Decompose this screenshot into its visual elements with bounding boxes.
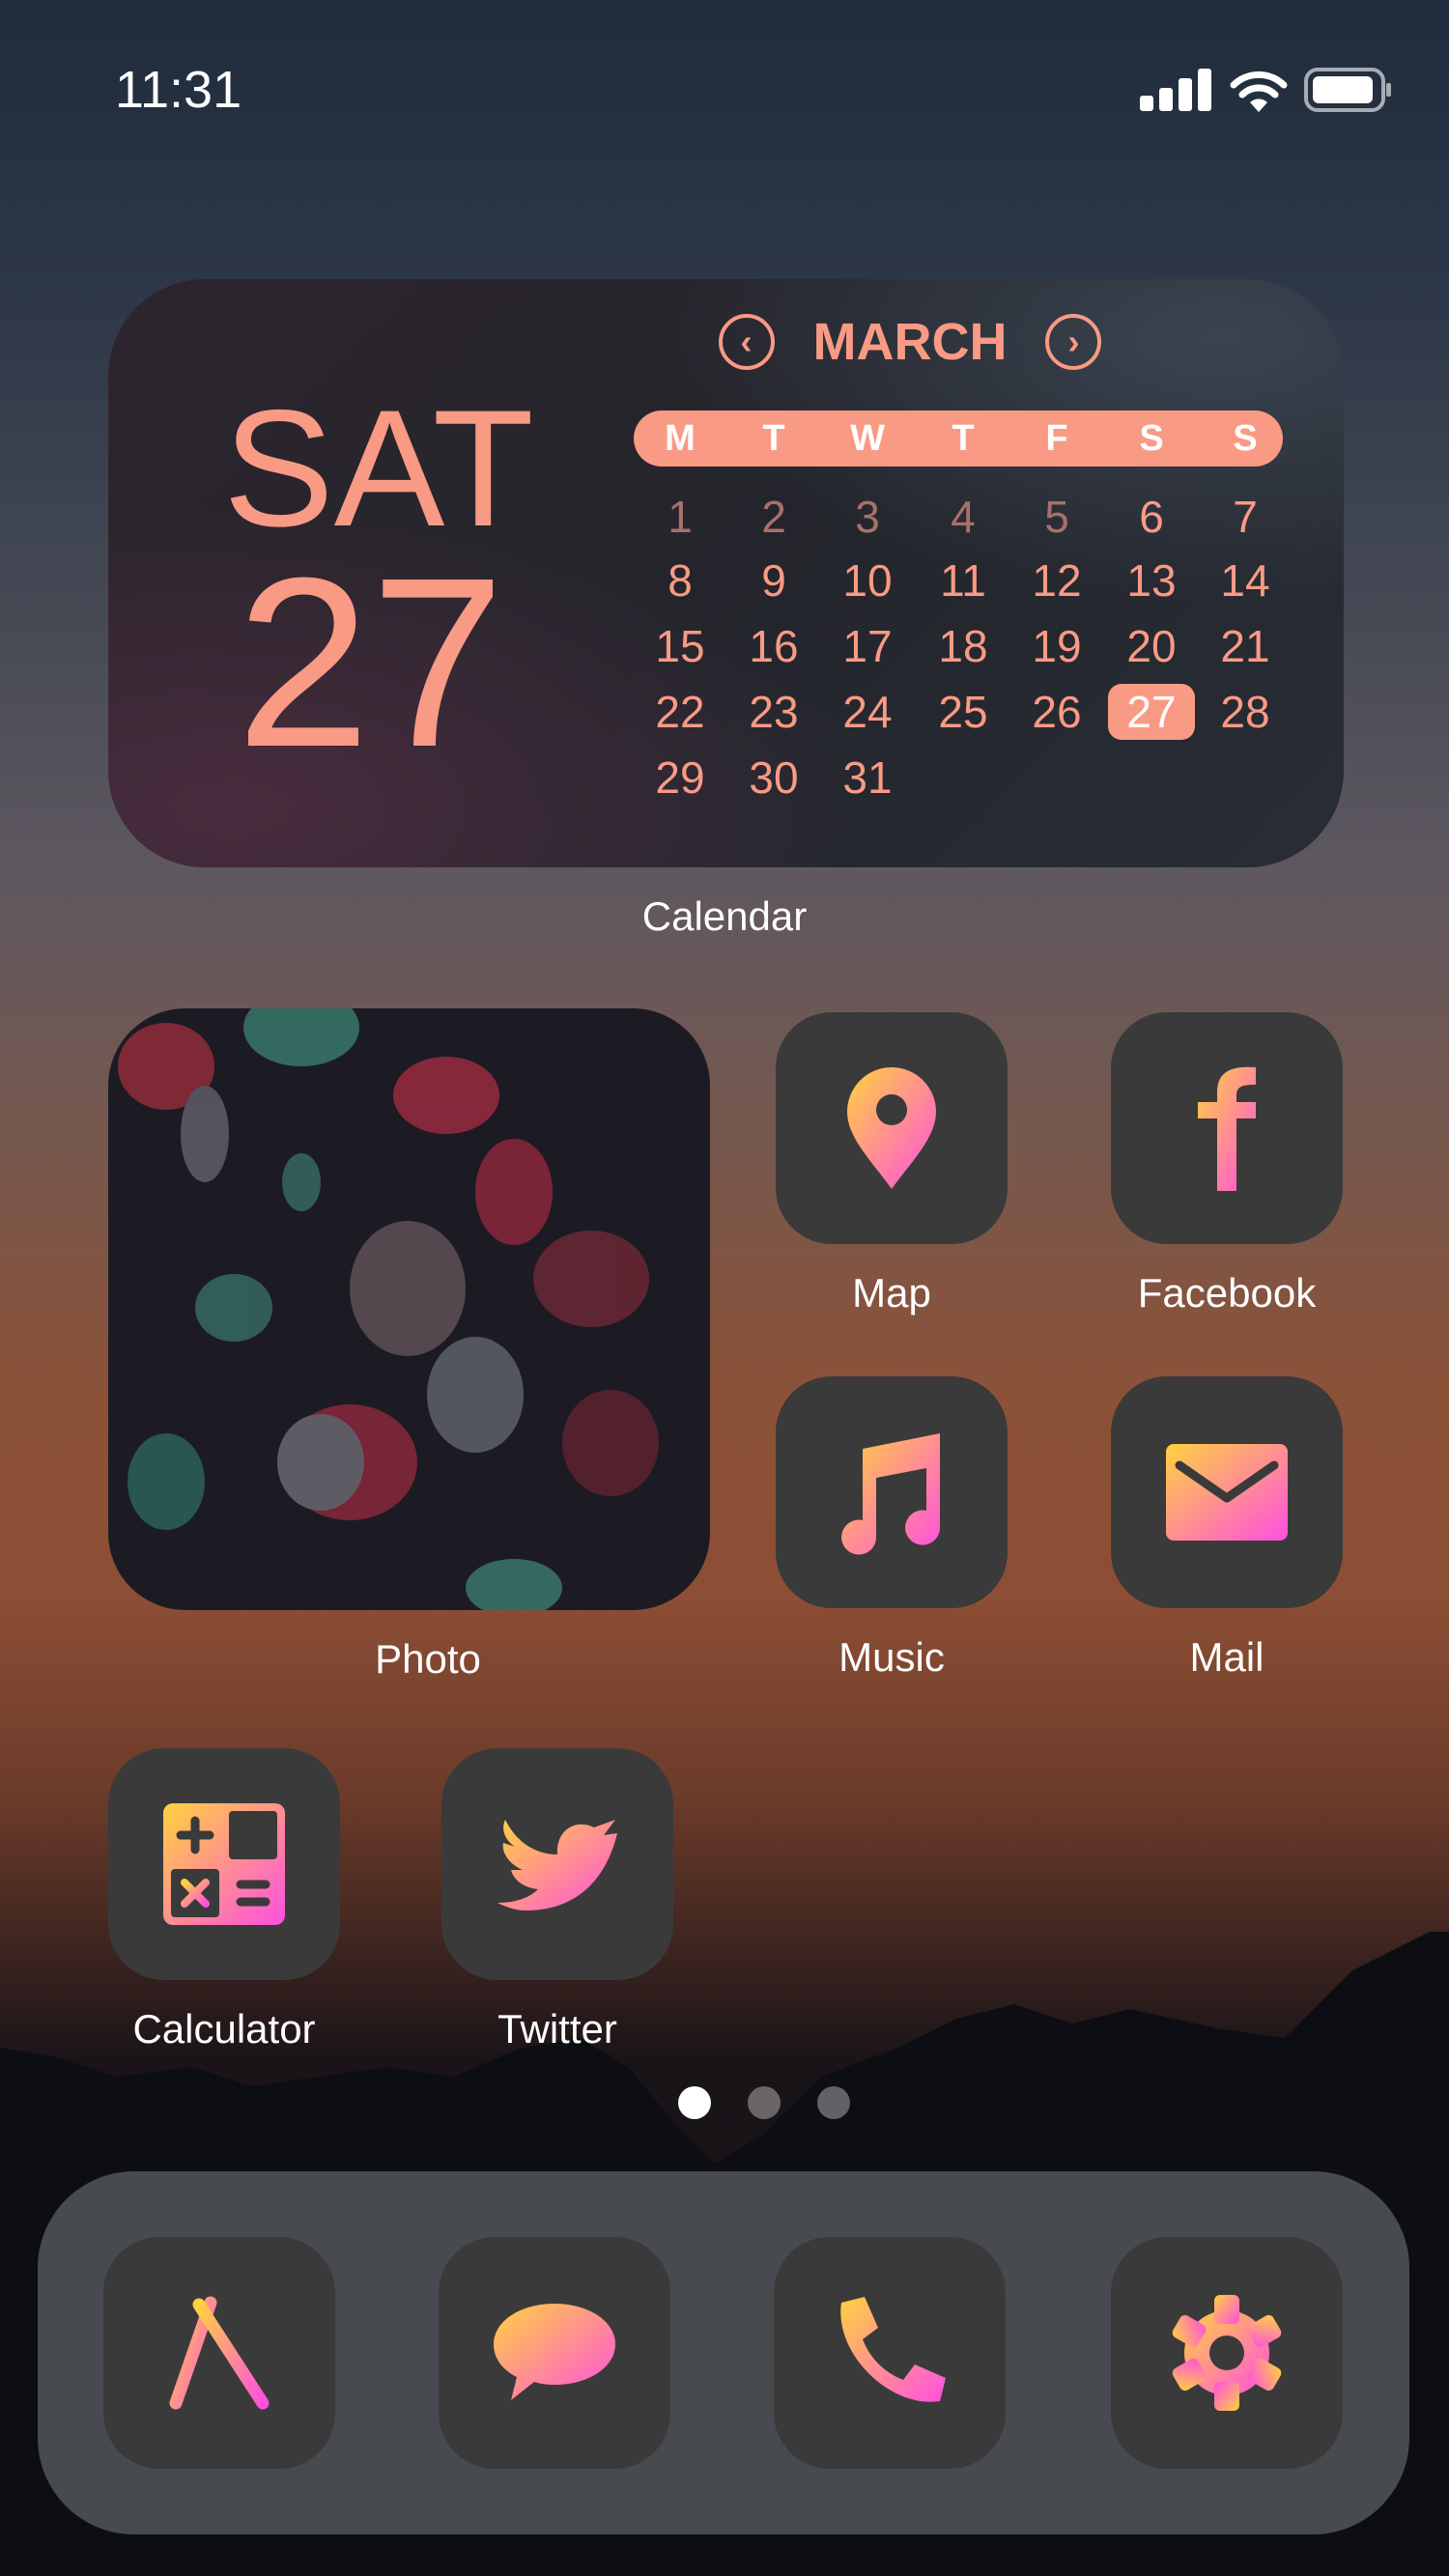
chevron-left-icon[interactable]: ‹ xyxy=(718,314,775,370)
current-date: 27 xyxy=(236,527,505,797)
app-store-icon xyxy=(156,2296,282,2410)
weekday-header: M xyxy=(665,418,696,459)
calendar-day[interactable]: 18 xyxy=(920,618,1007,674)
calendar-day[interactable]: 20 xyxy=(1108,618,1195,674)
dock-app-store[interactable] xyxy=(103,2237,335,2469)
status-icons xyxy=(1140,68,1393,112)
mail-icon xyxy=(1166,1444,1288,1541)
weekday-header: T xyxy=(762,418,785,459)
calendar-day[interactable]: 23 xyxy=(730,684,817,740)
weekday-header: W xyxy=(850,418,885,459)
calendar-day[interactable]: 22 xyxy=(637,684,724,740)
battery-icon xyxy=(1304,68,1391,112)
app-label: Mail xyxy=(1189,1634,1264,1680)
calendar-day[interactable]: 17 xyxy=(824,618,911,674)
calendar-day[interactable]: 11 xyxy=(920,552,1007,609)
app-label: Facebook xyxy=(1137,1270,1317,1316)
settings-icon xyxy=(1172,2295,1282,2411)
calendar-day[interactable]: 19 xyxy=(1013,618,1100,674)
calendar-day[interactable]: 28 xyxy=(1202,684,1289,740)
phone-icon xyxy=(840,2297,946,2402)
weekday-header: T xyxy=(952,418,975,459)
app-label: Map xyxy=(852,1270,931,1316)
wifi-icon xyxy=(1230,71,1288,112)
calendar-day[interactable]: 2 xyxy=(730,489,817,545)
weekday-header: S xyxy=(1139,418,1164,459)
dock-settings[interactable] xyxy=(1111,2237,1343,2469)
app-facebook[interactable] xyxy=(1111,1012,1343,1244)
app-twitter[interactable] xyxy=(441,1748,673,1980)
calendar-label: Calendar xyxy=(641,893,808,939)
jellyfish-photo xyxy=(118,1008,659,1610)
calendar-day[interactable]: 14 xyxy=(1202,552,1289,609)
calendar-day-today[interactable]: 27 xyxy=(1108,684,1195,740)
page-dot[interactable] xyxy=(748,2086,781,2119)
calendar-day[interactable]: 9 xyxy=(730,552,817,609)
cellular-signal-icon xyxy=(1140,69,1211,111)
calculator-icon xyxy=(163,1803,285,1925)
music-note-icon xyxy=(841,1433,941,1555)
calendar-widget[interactable]: SAT 27 ‹ MARCH › M T W T F S S 1 2 3 4 5 6 7 8 9 10 11 12 1… xyxy=(108,279,1344,867)
calendar-day[interactable]: 21 xyxy=(1202,618,1289,674)
calendar-day[interactable]: 31 xyxy=(824,750,911,806)
calendar-day[interactable]: 3 xyxy=(824,489,911,545)
map-pin-icon xyxy=(847,1067,936,1189)
photo-label: Photo xyxy=(375,1636,481,1682)
calendar-day[interactable]: 12 xyxy=(1013,552,1100,609)
month-header: ‹ MARCH › xyxy=(620,312,1200,372)
weekday-header: S xyxy=(1233,418,1258,459)
weekday-header: F xyxy=(1045,418,1068,459)
page-dot[interactable] xyxy=(678,2086,711,2119)
calendar-day[interactable]: 6 xyxy=(1108,489,1195,545)
app-music[interactable] xyxy=(776,1376,1008,1608)
app-mail[interactable] xyxy=(1111,1376,1343,1608)
calendar-day[interactable]: 10 xyxy=(824,552,911,609)
calendar-day[interactable]: 29 xyxy=(637,750,724,806)
calendar-day[interactable]: 30 xyxy=(730,750,817,806)
page-dot[interactable] xyxy=(817,2086,850,2119)
status-time: 11:31 xyxy=(115,61,242,119)
app-label: Calculator xyxy=(132,2006,316,2052)
dock-messages[interactable] xyxy=(439,2237,670,2469)
messages-icon xyxy=(494,2304,615,2400)
calendar-day[interactable]: 16 xyxy=(730,618,817,674)
calendar-day[interactable]: 15 xyxy=(637,618,724,674)
app-label: Music xyxy=(838,1634,945,1680)
twitter-icon xyxy=(497,1820,617,1911)
calendar-day[interactable]: 24 xyxy=(824,684,911,740)
chevron-right-icon[interactable]: › xyxy=(1045,314,1102,370)
facebook-icon xyxy=(1198,1066,1256,1191)
calendar-day[interactable]: 13 xyxy=(1108,552,1195,609)
app-calculator[interactable] xyxy=(108,1748,340,1980)
calendar-day[interactable]: 1 xyxy=(637,489,724,545)
calendar-day[interactable]: 7 xyxy=(1202,489,1289,545)
app-label: Twitter xyxy=(497,2006,617,2052)
photo-widget[interactable] xyxy=(108,1008,710,1610)
calendar-day[interactable]: 26 xyxy=(1013,684,1100,740)
app-map[interactable] xyxy=(776,1012,1008,1244)
calendar-day[interactable]: 25 xyxy=(920,684,1007,740)
calendar-day[interactable]: 4 xyxy=(920,489,1007,545)
month-name: MARCH xyxy=(812,313,1008,371)
dock-phone[interactable] xyxy=(774,2237,1006,2469)
calendar-day[interactable]: 5 xyxy=(1013,489,1100,545)
calendar-day[interactable]: 8 xyxy=(637,552,724,609)
